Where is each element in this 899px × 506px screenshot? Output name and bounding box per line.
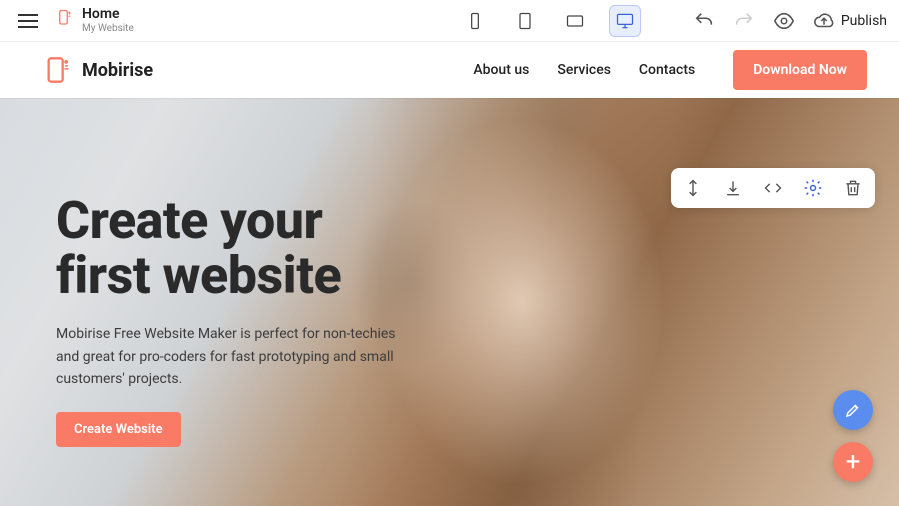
redo-button[interactable] <box>733 10 755 32</box>
hero-title[interactable]: Create your first website <box>56 194 406 303</box>
block-code-button[interactable] <box>761 176 785 200</box>
mobirise-logo-icon <box>56 9 74 31</box>
site-logo[interactable]: Mobirise <box>44 56 153 84</box>
menu-button[interactable] <box>12 8 44 34</box>
hero-block[interactable]: Create your first website Mobirise Free … <box>0 98 899 506</box>
editor-canvas: Mobirise About us Services Contacts Down… <box>0 42 899 506</box>
page-title: Home <box>82 7 134 22</box>
block-move-button[interactable] <box>681 176 705 200</box>
site-brand-text: Mobirise <box>82 60 153 81</box>
add-block-fab-button[interactable]: + <box>833 442 873 482</box>
edit-fab-button[interactable] <box>833 390 873 430</box>
block-save-button[interactable] <box>721 176 745 200</box>
hero-subtitle[interactable]: Mobirise Free Website Maker is perfect f… <box>56 323 406 390</box>
app-toolbar: Home My Website Publish <box>0 0 899 42</box>
app-logo[interactable]: Home My Website <box>56 7 134 33</box>
nav-link-contacts[interactable]: Contacts <box>639 62 695 78</box>
nav-link-about[interactable]: About us <box>473 62 529 78</box>
device-mobile-button[interactable] <box>459 5 491 37</box>
device-tablet-portrait-button[interactable] <box>509 5 541 37</box>
site-subtitle: My Website <box>82 23 134 34</box>
device-desktop-button[interactable] <box>609 5 641 37</box>
hero-cta-button[interactable]: Create Website <box>56 412 181 447</box>
nav-cta-button[interactable]: Download Now <box>733 50 867 90</box>
site-navbar-block[interactable]: Mobirise About us Services Contacts Down… <box>0 42 899 98</box>
nav-link-services[interactable]: Services <box>557 62 611 78</box>
device-tablet-landscape-button[interactable] <box>559 5 591 37</box>
preview-button[interactable] <box>773 10 795 32</box>
block-tools-panel <box>671 168 875 208</box>
publish-label: Publish <box>841 13 887 29</box>
undo-button[interactable] <box>693 10 715 32</box>
block-settings-button[interactable] <box>801 176 825 200</box>
device-switcher <box>459 5 641 37</box>
publish-button[interactable]: Publish <box>813 10 887 32</box>
block-delete-button[interactable] <box>841 176 865 200</box>
